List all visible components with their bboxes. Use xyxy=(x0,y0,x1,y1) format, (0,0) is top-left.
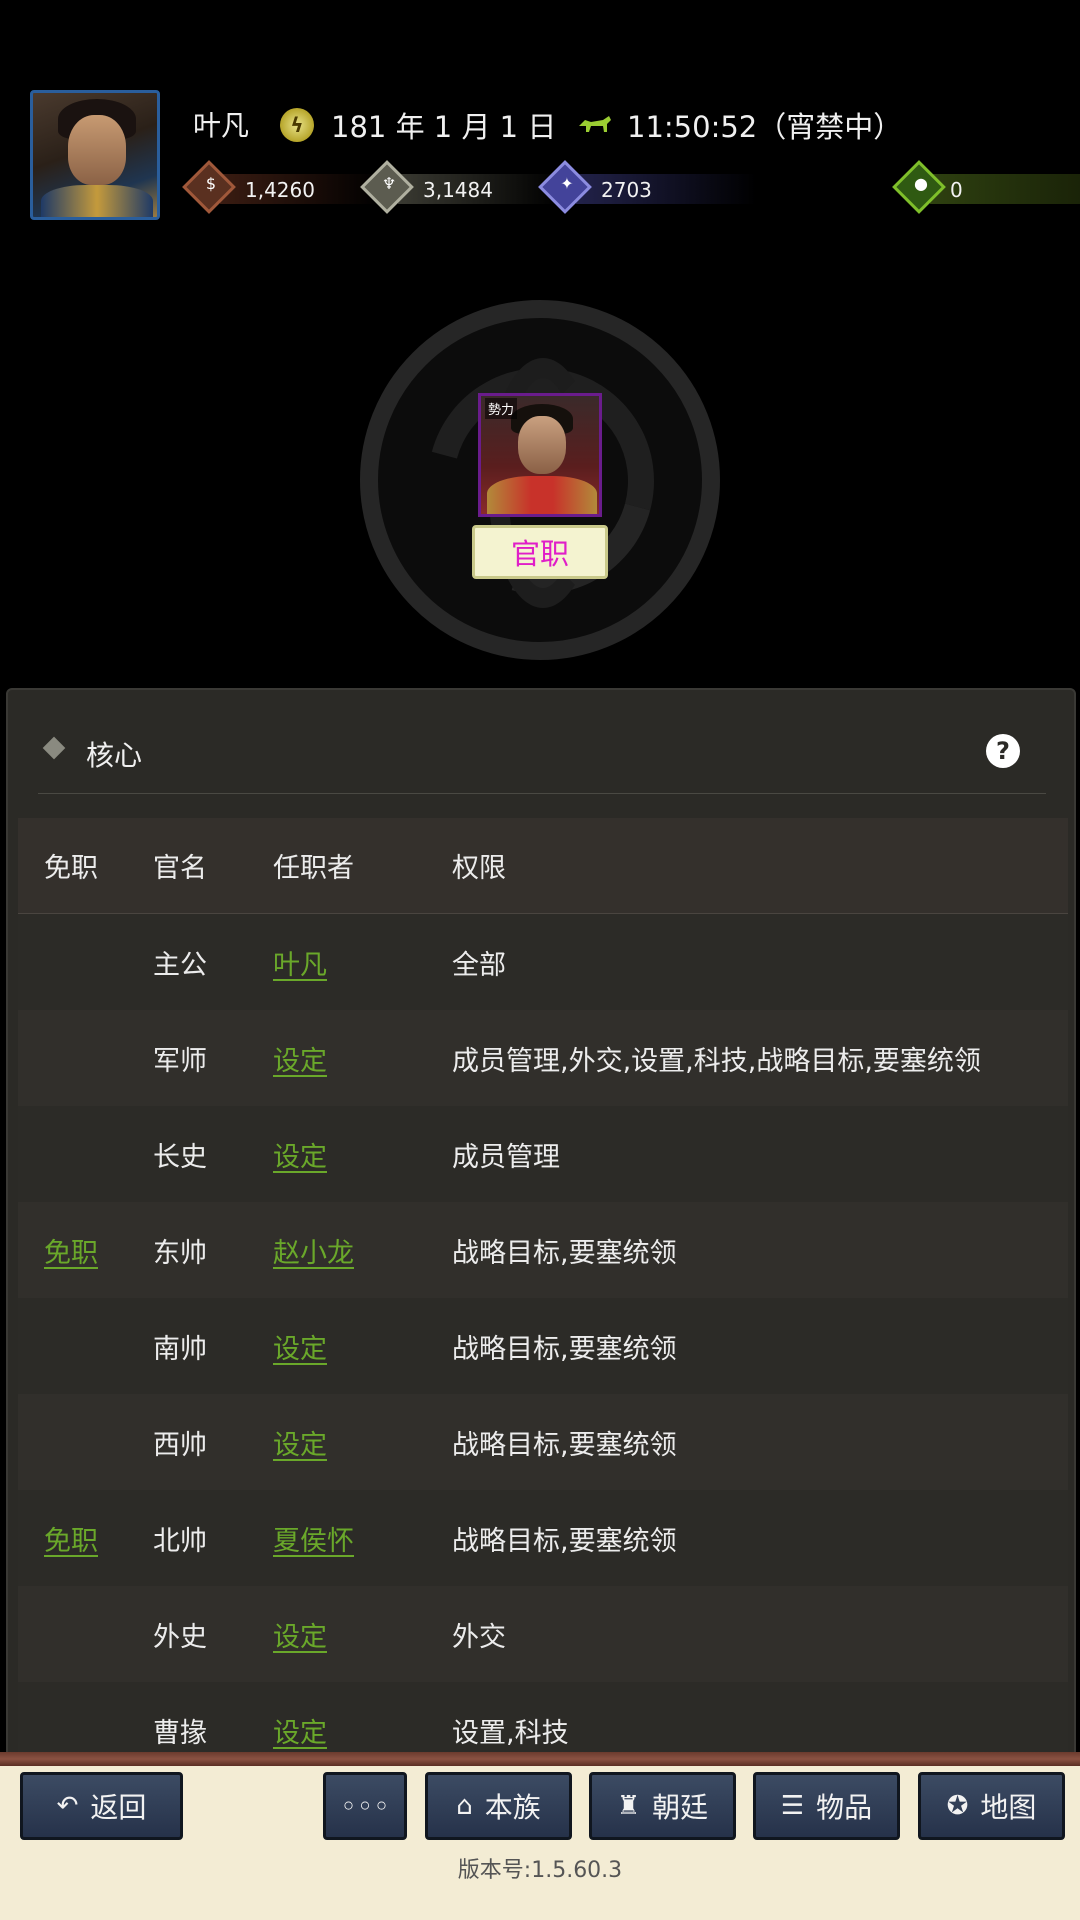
permissions: 战略目标,要塞统领 xyxy=(452,1237,677,1269)
divider xyxy=(38,793,1046,794)
office-button[interactable]: 官职 xyxy=(472,525,608,579)
holder-link[interactable]: 设定 xyxy=(273,1039,327,1078)
back-button[interactable]: ↶ 返回 xyxy=(20,1772,183,1840)
clan-icon: ⌂ xyxy=(456,1791,473,1821)
items-button[interactable]: ☰ 物品 xyxy=(753,1772,900,1840)
palace-icon: ♜ xyxy=(616,1791,641,1821)
permissions: 外交 xyxy=(452,1621,506,1653)
more-dots-icon: ◦◦◦ xyxy=(340,1789,390,1823)
version-label: 版本号:1.5.60.3 xyxy=(457,1858,623,1883)
core-offices-panel: 核心 ? 免职 官名 任职者 权限 主公 叶凡 全部 军师 设定 成员管理,外交… xyxy=(6,688,1076,1778)
player-avatar[interactable] xyxy=(30,90,160,220)
game-time: 11:50:52（宵禁中） xyxy=(627,110,903,144)
office-name: 主公 xyxy=(153,949,207,981)
table-row: 长史 设定 成员管理 xyxy=(18,1106,1068,1202)
decorative-rail xyxy=(0,1752,1080,1766)
back-label: 返回 xyxy=(90,1791,147,1824)
office-name: 东帅 xyxy=(153,1237,207,1269)
map-label: 地图 xyxy=(980,1791,1037,1824)
table-row: 外史 设定 外交 xyxy=(18,1586,1068,1682)
holder-link[interactable]: 设定 xyxy=(273,1615,327,1654)
table-row: 免职 北帅 夏侯怀 战略目标,要塞统领 xyxy=(18,1490,1068,1586)
holder-link[interactable]: 设定 xyxy=(273,1711,327,1750)
panel-title: 核心 xyxy=(86,739,143,772)
col-office-header: 官名 xyxy=(153,853,207,884)
office-name: 西帅 xyxy=(153,1429,207,1461)
dismiss-link[interactable]: 免职 xyxy=(44,1519,98,1558)
bag-value: 0 xyxy=(950,178,963,202)
table-row: 南帅 设定 战略目标,要塞统领 xyxy=(18,1298,1068,1394)
faction-badge: 勢力 xyxy=(485,398,518,419)
permissions: 全部 xyxy=(452,949,506,981)
col-perms-header: 权限 xyxy=(452,853,506,884)
food-value: 3,1484 xyxy=(423,178,493,202)
court-label: 朝廷 xyxy=(652,1791,709,1824)
game-date: 181 年 1 月 1 日 xyxy=(331,110,557,144)
permissions: 成员管理,外交,设置,科技,战略目标,要塞统领 xyxy=(452,1045,981,1077)
office-name: 军师 xyxy=(153,1045,207,1077)
power-value: 2703 xyxy=(601,178,652,202)
table-header: 免职 官名 任职者 权限 xyxy=(18,818,1068,914)
holder-link[interactable]: 设定 xyxy=(273,1327,327,1366)
permissions: 设置,科技 xyxy=(452,1717,569,1749)
help-icon[interactable]: ? xyxy=(986,734,1020,768)
header: 叶凡 ϟ 181 年 1 月 1 日 11:50:52（宵禁中） $ 1,426… xyxy=(0,0,1080,230)
table-row: 主公 叶凡 全部 xyxy=(18,914,1068,1010)
table-row: 免职 东帅 赵小龙 战略目标,要塞统领 xyxy=(18,1202,1068,1298)
office-name: 外史 xyxy=(153,1621,207,1653)
permissions: 成员管理 xyxy=(452,1141,560,1173)
items-icon: ☰ xyxy=(780,1791,805,1821)
leader-portrait[interactable]: 勢力 xyxy=(478,393,602,517)
table-body: 主公 叶凡 全部 军师 设定 成员管理,外交,设置,科技,战略目标,要塞统领 长… xyxy=(18,914,1068,1778)
col-holder-header: 任职者 xyxy=(273,853,354,884)
diamond-bullet-icon xyxy=(42,736,66,760)
holder-link[interactable]: 设定 xyxy=(273,1135,327,1174)
office-name: 南帅 xyxy=(153,1333,207,1365)
holder-link[interactable]: 赵小龙 xyxy=(273,1231,354,1270)
office-name: 曹掾 xyxy=(153,1717,207,1749)
holder-link[interactable]: 叶凡 xyxy=(273,943,327,982)
clan-label: 本族 xyxy=(484,1791,541,1824)
bottom-bar: ↶ 返回 ◦◦◦ ⌂ 本族 ♜ 朝廷 ☰ 物品 ✪ 地图 版本号:1.5.60.… xyxy=(0,1752,1080,1920)
map-button[interactable]: ✪ 地图 xyxy=(918,1772,1065,1840)
calendar-icon: ϟ xyxy=(280,108,314,142)
offices-table: 免职 官名 任职者 权限 主公 叶凡 全部 军师 设定 成员管理,外交,设置,科… xyxy=(18,818,1068,1778)
player-name: 叶凡 xyxy=(193,109,250,142)
items-label: 物品 xyxy=(816,1791,873,1824)
table-row: 军师 设定 成员管理,外交,设置,科技,战略目标,要塞统领 xyxy=(18,1010,1068,1106)
more-button[interactable]: ◦◦◦ xyxy=(323,1772,407,1840)
office-name: 长史 xyxy=(153,1141,207,1173)
permissions: 战略目标,要塞统领 xyxy=(452,1525,677,1557)
map-icon: ✪ xyxy=(946,1791,969,1821)
court-button[interactable]: ♜ 朝廷 xyxy=(589,1772,736,1840)
holder-link[interactable]: 夏侯怀 xyxy=(273,1519,354,1558)
undo-arrow-icon: ↶ xyxy=(56,1791,79,1821)
holder-link[interactable]: 设定 xyxy=(273,1423,327,1462)
horse-icon xyxy=(577,112,613,136)
permissions: 战略目标,要塞统领 xyxy=(452,1429,677,1461)
table-row: 西帅 设定 战略目标,要塞统领 xyxy=(18,1394,1068,1490)
col-dismiss-header: 免职 xyxy=(44,853,98,884)
money-value: 1,4260 xyxy=(245,178,315,202)
dismiss-link[interactable]: 免职 xyxy=(44,1231,98,1270)
permissions: 战略目标,要塞统领 xyxy=(452,1333,677,1365)
office-name: 北帅 xyxy=(153,1525,207,1557)
clan-button[interactable]: ⌂ 本族 xyxy=(425,1772,572,1840)
